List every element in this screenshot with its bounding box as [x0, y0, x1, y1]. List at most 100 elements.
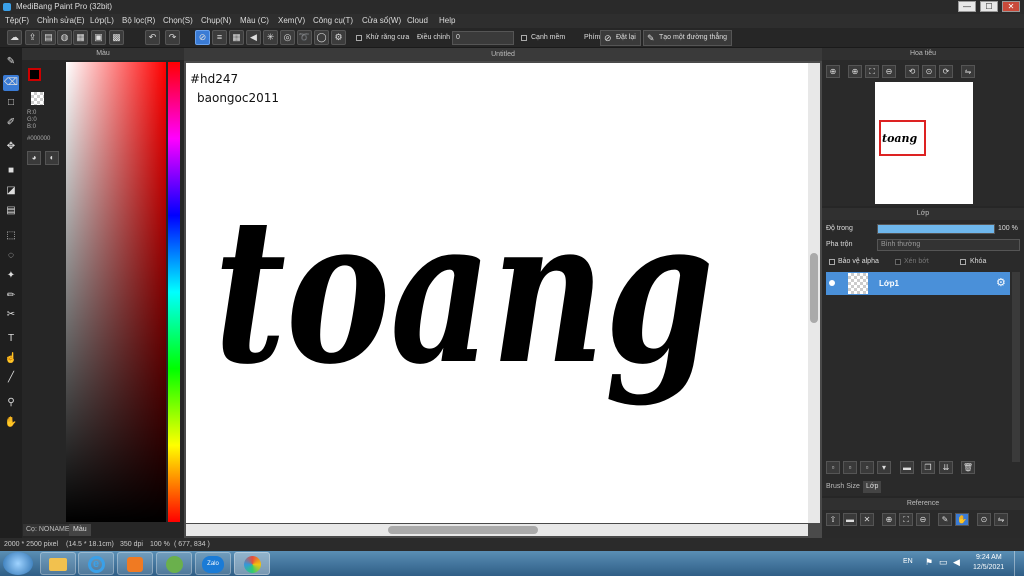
- primary-color-swatch[interactable]: [28, 68, 41, 81]
- menu-tools[interactable]: Công cụ(T): [313, 14, 353, 28]
- new-layer-icon[interactable]: ▫: [826, 461, 840, 474]
- text-tool-icon[interactable]: T: [3, 331, 19, 347]
- tab-brush[interactable]: Cọ: NONAME: [23, 524, 73, 536]
- zoom-in-alt-icon[interactable]: ⊕: [848, 65, 862, 78]
- merge-layer-icon[interactable]: ⇊: [939, 461, 953, 474]
- file-explorer-icon[interactable]: [40, 552, 76, 575]
- blend-mode-select[interactable]: Bình thường: [877, 239, 1020, 251]
- volume-icon[interactable]: ◀: [953, 557, 960, 568]
- coccoc-browser-icon[interactable]: [156, 552, 192, 575]
- layer-list-scrollbar[interactable]: [1012, 272, 1020, 462]
- reference-open-icon[interactable]: ▬: [843, 513, 857, 526]
- snap-off-icon[interactable]: ⊘: [195, 30, 210, 45]
- layer-visibility-icon[interactable]: [829, 280, 835, 286]
- fit-icon[interactable]: ⛶: [865, 65, 879, 78]
- grid-icon[interactable]: ▩: [109, 30, 124, 45]
- gradient-tool-icon[interactable]: ▤: [3, 203, 19, 219]
- duplicate-layer-icon[interactable]: ❐: [921, 461, 935, 474]
- circle-snap-icon[interactable]: ◎: [280, 30, 295, 45]
- menu-window[interactable]: Cửa sổ(W): [362, 14, 401, 28]
- new-halftone-layer-icon[interactable]: ▫: [843, 461, 857, 474]
- minimize-button[interactable]: —: [958, 1, 976, 12]
- soft-edge-checkbox[interactable]: [521, 35, 527, 41]
- reference-zoom-in-icon[interactable]: ⊕: [882, 513, 896, 526]
- reset-button[interactable]: ⊘ Đặt lại: [600, 30, 641, 46]
- close-button[interactable]: ✕: [1002, 1, 1020, 12]
- network-icon[interactable]: ▭: [939, 557, 948, 568]
- select-eraser-tool-icon[interactable]: ✂: [3, 307, 19, 323]
- vanishing-point-icon[interactable]: ◀: [246, 30, 261, 45]
- transparent-swatch[interactable]: [31, 92, 44, 105]
- reference-upload-icon[interactable]: ⇧: [826, 513, 840, 526]
- page-icon[interactable]: ▣: [91, 30, 106, 45]
- radial-snap-icon[interactable]: ✳: [263, 30, 278, 45]
- rotate-left-icon[interactable]: ⟲: [905, 65, 919, 78]
- zalo-icon[interactable]: Zalo: [195, 552, 231, 575]
- color-picker-icon[interactable]: ◐: [45, 151, 59, 165]
- share-icon[interactable]: ⇪: [25, 30, 40, 45]
- menu-color[interactable]: Màu (C): [240, 14, 269, 28]
- menu-filter[interactable]: Bộ lọc(R): [122, 14, 155, 28]
- clock-time[interactable]: 9:24 AM: [976, 554, 1002, 561]
- correction-select[interactable]: 0: [452, 31, 514, 45]
- tab-color[interactable]: Màu: [69, 524, 91, 536]
- language-indicator[interactable]: EN: [903, 558, 913, 565]
- reference-fit-icon[interactable]: ⛶: [899, 513, 913, 526]
- move-tool-icon[interactable]: ✥: [3, 139, 19, 155]
- divide-tool-icon[interactable]: ╱: [3, 370, 19, 386]
- brush-tool-icon[interactable]: ✎: [3, 54, 19, 70]
- reference-close-icon[interactable]: ✕: [860, 513, 874, 526]
- tray-flag-icon[interactable]: ⚑: [925, 557, 933, 568]
- zoom-in-icon[interactable]: ⊕: [826, 65, 840, 78]
- magic-wand-tool-icon[interactable]: ✦: [3, 268, 19, 284]
- saturation-value-picker[interactable]: [66, 62, 166, 522]
- select-tool-icon[interactable]: ⬚: [3, 228, 19, 244]
- eraser-tool-icon[interactable]: ⌫: [3, 75, 19, 91]
- lasso-tool-icon[interactable]: ◌: [3, 248, 19, 264]
- zoom-out-icon[interactable]: ⊖: [882, 65, 896, 78]
- canvas[interactable]: #hd247 baongoc2011 toang: [186, 63, 808, 523]
- reference-hand-icon[interactable]: ✋: [955, 513, 969, 526]
- settings-snap-icon[interactable]: ⚙: [331, 30, 346, 45]
- flip-icon[interactable]: ⇋: [961, 65, 975, 78]
- menu-snap[interactable]: Chụp(N): [201, 14, 231, 28]
- reference-zoom-out-icon[interactable]: ⊖: [916, 513, 930, 526]
- eyedropper-tool-icon[interactable]: ⚲: [3, 395, 19, 411]
- pen-tool-icon[interactable]: ✐: [3, 115, 19, 131]
- show-desktop-button[interactable]: [1014, 551, 1024, 576]
- menu-layer[interactable]: Lớp(L): [90, 14, 114, 28]
- redo-icon[interactable]: ↷: [165, 30, 180, 45]
- palette-icon[interactable]: ◕: [27, 151, 41, 165]
- shape-tool-icon[interactable]: ■: [3, 163, 19, 179]
- menu-file[interactable]: Tệp(F): [5, 14, 29, 28]
- clip-checkbox[interactable]: [895, 259, 901, 265]
- reference-flip-icon[interactable]: ⇋: [994, 513, 1008, 526]
- dot-tool-icon[interactable]: □: [3, 95, 19, 111]
- medibang-taskbar-icon[interactable]: [234, 552, 270, 575]
- cloud-icon[interactable]: ☁: [7, 30, 22, 45]
- vertical-scroll-thumb[interactable]: [810, 253, 818, 323]
- menu-select[interactable]: Chọn(S): [163, 14, 193, 28]
- rotate-reset-icon[interactable]: ⊙: [922, 65, 936, 78]
- menu-view[interactable]: Xem(V): [278, 14, 305, 28]
- undo-icon[interactable]: ↶: [145, 30, 160, 45]
- speech-bubble-icon[interactable]: ◍: [57, 30, 72, 45]
- layer-row[interactable]: Lớp1 ⚙: [826, 272, 1010, 295]
- lock-checkbox[interactable]: [960, 259, 966, 265]
- operation-tool-icon[interactable]: ☝: [3, 351, 19, 367]
- reference-eyedropper-icon[interactable]: ✎: [938, 513, 952, 526]
- menu-help[interactable]: Help: [439, 14, 455, 28]
- start-button[interactable]: [3, 552, 33, 575]
- comment-icon[interactable]: ▤: [41, 30, 56, 45]
- layer-settings-icon[interactable]: ⚙: [996, 277, 1006, 289]
- menu-cloud[interactable]: Cloud: [407, 14, 428, 28]
- navigator-thumbnail[interactable]: toang: [875, 82, 973, 204]
- vertical-scrollbar[interactable]: [808, 63, 820, 523]
- hand-tool-icon[interactable]: ✋: [3, 415, 19, 431]
- straight-line-button[interactable]: ✎ Tạo một đường thẳng: [643, 30, 733, 46]
- folder-icon[interactable]: ▬: [900, 461, 914, 474]
- reference-rotate-icon[interactable]: ⊙: [977, 513, 991, 526]
- tab-layer[interactable]: Lớp: [863, 481, 882, 493]
- hue-slider[interactable]: [168, 62, 180, 522]
- parallel-snap-icon[interactable]: ≡: [212, 30, 227, 45]
